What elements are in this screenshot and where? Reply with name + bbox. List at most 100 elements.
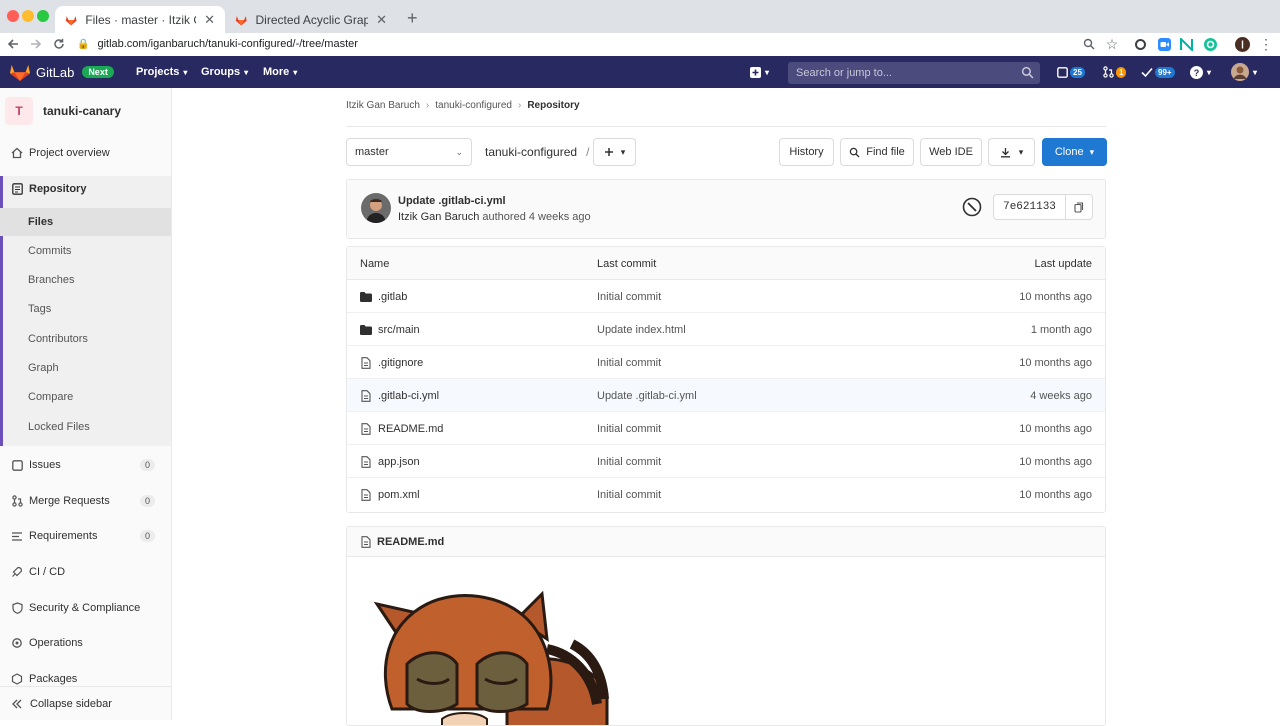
shield-icon	[10, 602, 24, 614]
branch-select[interactable]: master ⌄	[346, 138, 472, 166]
copy-sha-button[interactable]	[1066, 195, 1092, 219]
user-menu[interactable]: ▾	[1231, 56, 1257, 88]
sidebar-subitem-graph[interactable]: Graph	[0, 354, 171, 382]
file-name[interactable]: app.json	[378, 456, 420, 468]
bookmark-star-icon[interactable]: ☆	[1104, 36, 1120, 52]
table-row[interactable]: .gitlab Initial commit 10 months ago	[347, 280, 1105, 313]
plus-square-icon	[750, 66, 761, 78]
sidebar-item-project-overview[interactable]: Project overview	[0, 140, 171, 166]
new-tab-button[interactable]: +	[407, 8, 418, 29]
close-tab-icon[interactable]: ✕	[204, 12, 215, 28]
sidebar-item-ci-cd[interactable]: CI / CD	[0, 559, 171, 585]
collapse-sidebar-button[interactable]: Collapse sidebar	[0, 686, 171, 720]
sidebar-subitem-locked-files[interactable]: Locked Files	[0, 413, 171, 441]
table-row[interactable]: app.json Initial commit 10 months ago	[347, 445, 1105, 478]
commit-author[interactable]: Itzik Gan Baruch	[398, 211, 479, 223]
sidebar-item-label: Project overview	[29, 147, 110, 159]
file-name[interactable]: .gitlab	[378, 291, 407, 303]
file-last-commit[interactable]: Initial commit	[597, 412, 661, 445]
sidebar-item-requirements[interactable]: Requirements 0	[0, 523, 171, 549]
table-row[interactable]: .gitlab-ci.yml Update .gitlab-ci.yml 4 w…	[347, 379, 1105, 412]
file-icon	[360, 422, 372, 435]
grammarly-icon[interactable]	[1202, 36, 1218, 52]
download-dropdown[interactable]: ▾	[988, 138, 1035, 166]
browser-tab-active[interactable]: Files · master · Itzik Gan Baruch ✕	[55, 6, 225, 33]
browser-profile-avatar[interactable]	[1234, 36, 1250, 52]
sidebar-subitem-contributors[interactable]: Contributors	[0, 325, 171, 353]
clone-button[interactable]: Clone ▾	[1042, 138, 1107, 166]
repo-path-root[interactable]: tanuki-configured	[485, 145, 577, 159]
add-to-tree-dropdown[interactable]: ▾	[593, 138, 636, 166]
commit-meta: Itzik Gan Baruch authored 4 weeks ago	[398, 211, 591, 223]
file-last-commit[interactable]: Initial commit	[597, 346, 661, 379]
todos-counter[interactable]: 99+	[1141, 56, 1175, 88]
file-last-commit[interactable]: Initial commit	[597, 478, 661, 511]
table-row[interactable]: .gitignore Initial commit 10 months ago	[347, 346, 1105, 379]
close-window-button[interactable]	[7, 10, 19, 22]
file-icon	[360, 356, 372, 369]
file-name[interactable]: .gitignore	[378, 357, 423, 369]
branch-select-value: master	[355, 146, 389, 158]
file-last-commit[interactable]: Update .gitlab-ci.yml	[597, 379, 697, 412]
file-last-commit[interactable]: Initial commit	[597, 445, 661, 478]
breadcrumb-user[interactable]: Itzik Gan Baruch	[346, 100, 420, 111]
file-name[interactable]: .gitlab-ci.yml	[378, 390, 439, 402]
projects-menu[interactable]: Projects ▾	[136, 56, 187, 88]
merge-requests-counter[interactable]: 1	[1103, 56, 1127, 88]
table-row[interactable]: README.md Initial commit 10 months ago	[347, 412, 1105, 445]
sidebar-subitem-files[interactable]: Files	[0, 208, 171, 236]
sidebar-subitem-tags[interactable]: Tags	[0, 295, 171, 323]
gitlab-logo[interactable]: GitLab Next	[10, 56, 114, 88]
maximize-window-button[interactable]	[37, 10, 49, 22]
extension-icon[interactable]	[1132, 36, 1148, 52]
more-menu[interactable]: More ▾	[263, 56, 297, 88]
sidebar-subitem-compare[interactable]: Compare	[0, 383, 171, 411]
minimize-window-button[interactable]	[22, 10, 34, 22]
web-ide-button[interactable]: Web IDE	[920, 138, 982, 166]
sidebar-item-merge-requests[interactable]: Merge Requests 0	[0, 488, 171, 514]
table-row[interactable]: pom.xml Initial commit 10 months ago	[347, 478, 1105, 511]
browser-tab[interactable]: Directed Acyclic Graph | GitLab ✕	[225, 6, 397, 33]
issues-counter[interactable]: 25	[1057, 56, 1085, 88]
file-last-commit[interactable]: Initial commit	[597, 280, 661, 313]
table-row[interactable]: src/main Update index.html 1 month ago	[347, 313, 1105, 346]
sidebar-item-issues[interactable]: Issues 0	[0, 452, 171, 478]
file-name[interactable]: src/main	[378, 324, 420, 336]
find-file-button[interactable]: Find file	[840, 138, 914, 166]
sidebar-item-operations[interactable]: Operations	[0, 630, 171, 656]
close-tab-icon[interactable]: ✕	[376, 12, 387, 28]
forward-icon[interactable]	[28, 36, 44, 52]
commit-author-avatar[interactable]	[361, 193, 391, 223]
file-last-commit[interactable]: Update index.html	[597, 313, 686, 346]
browser-menu-icon[interactable]: ⋮	[1258, 36, 1274, 52]
zoom-extension-icon[interactable]	[1156, 36, 1172, 52]
pipeline-canceled-icon[interactable]	[962, 197, 982, 217]
back-icon[interactable]	[5, 36, 21, 52]
file-name[interactable]: pom.xml	[378, 489, 420, 501]
new-dropdown[interactable]: ▾	[750, 56, 769, 88]
help-menu[interactable]: ? ▾	[1190, 56, 1211, 88]
chevron-down-icon: ▾	[293, 67, 298, 77]
breadcrumb-current[interactable]: Repository	[527, 100, 579, 111]
search-input[interactable]: Search or jump to...	[788, 62, 1040, 84]
file-name[interactable]: README.md	[378, 423, 443, 435]
breadcrumb-project[interactable]: tanuki-configured	[435, 100, 512, 111]
search-icon	[1021, 66, 1034, 79]
sidebar-item-security-compliance[interactable]: Security & Compliance	[0, 595, 171, 621]
sidebar-subitem-branches[interactable]: Branches	[0, 266, 171, 294]
commit-title[interactable]: Update .gitlab-ci.yml	[398, 195, 506, 207]
sidebar-subitem-commits[interactable]: Commits	[0, 237, 171, 265]
reload-icon[interactable]	[51, 36, 67, 52]
history-button[interactable]: History	[779, 138, 834, 166]
commit-sha-text[interactable]: 7e621133	[994, 195, 1066, 219]
zoom-icon[interactable]	[1081, 36, 1097, 52]
groups-menu[interactable]: Groups ▾	[201, 56, 248, 88]
clone-label: Clone	[1054, 146, 1084, 158]
file-last-update: 1 month ago	[1030, 323, 1092, 336]
readme-title[interactable]: README.md	[377, 536, 444, 548]
sidebar-project-header[interactable]: T tanuki-canary	[5, 97, 121, 125]
file-icon	[361, 535, 371, 548]
address-bar[interactable]: 🔒 gitlab.com/iganbaruch/tanuki-configure…	[77, 34, 1127, 54]
sidebar-item-repository[interactable]: Repository	[0, 176, 171, 202]
extension-n-icon[interactable]	[1178, 36, 1194, 52]
